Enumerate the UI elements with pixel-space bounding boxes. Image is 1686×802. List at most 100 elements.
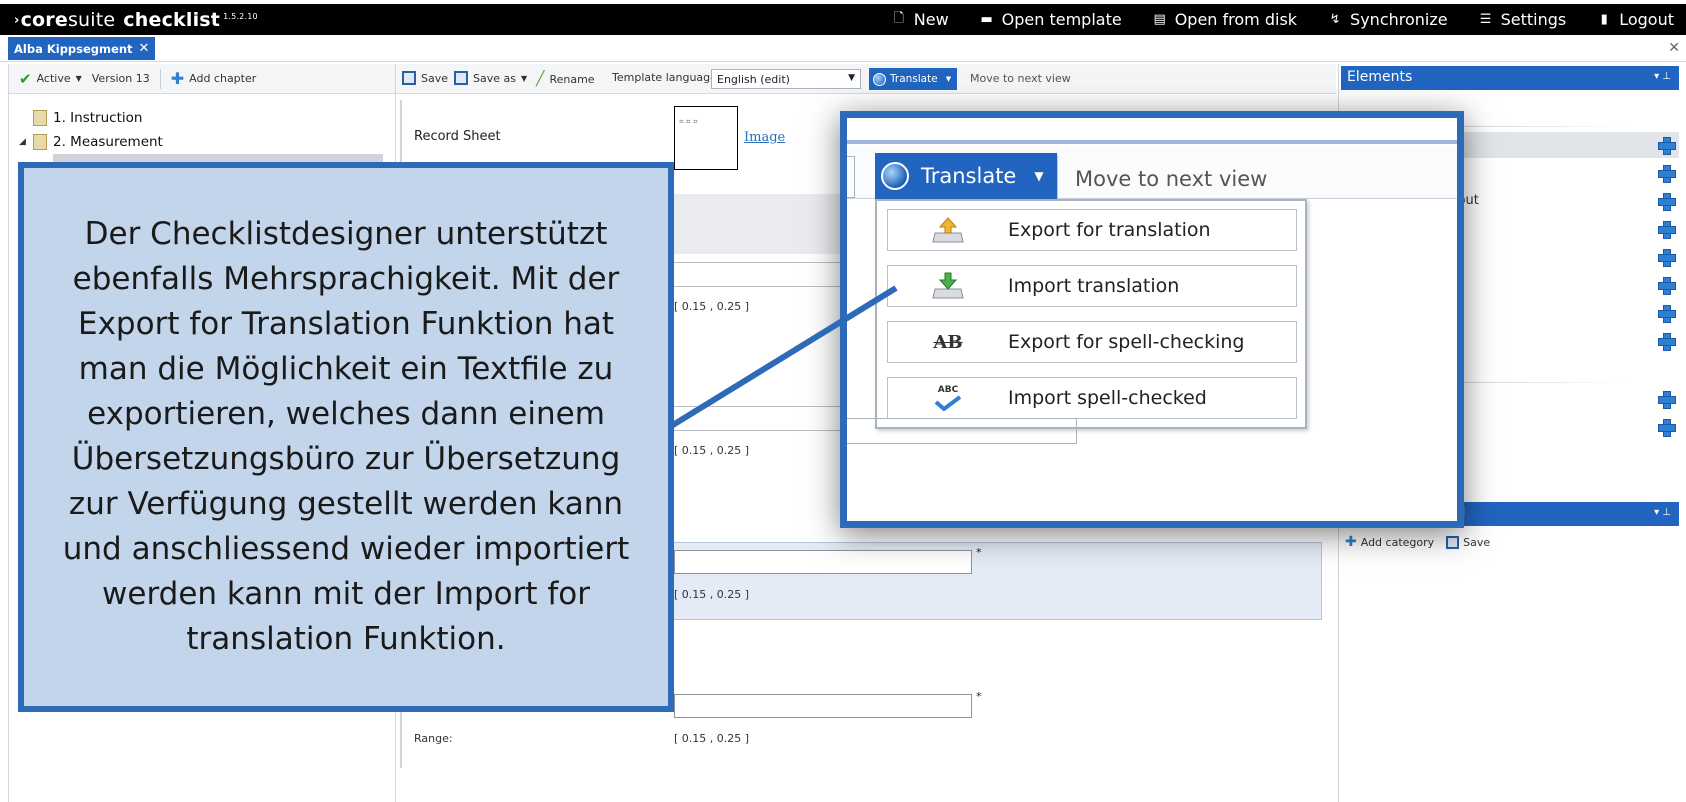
selected-tree-item[interactable] xyxy=(53,154,383,162)
add-element-icon[interactable] xyxy=(1657,304,1676,323)
range-value: [ 0.15 , 0.25 ] xyxy=(674,732,750,745)
range-value: [ 0.15 , 0.25 ] xyxy=(674,300,750,313)
value-input[interactable] xyxy=(674,550,972,574)
checkmark-icon: ✔ xyxy=(19,69,32,88)
range-value: [ 0.15 , 0.25 ] xyxy=(674,588,750,601)
chevron-down-icon: ▼ xyxy=(520,73,528,83)
value-input[interactable] xyxy=(674,694,972,718)
tree-item[interactable]: ◢ 2. Measurement xyxy=(19,130,163,154)
save-icon xyxy=(1446,535,1460,549)
toolbar-divider xyxy=(159,68,161,89)
language-select-edge xyxy=(847,156,855,198)
chevron-down-icon: ▼ xyxy=(945,75,952,83)
rename-button[interactable]: ╱ Rename xyxy=(536,71,595,87)
add-category-button[interactable]: ✚ Add category xyxy=(1345,534,1434,550)
callout-text: Der Checklistdesigner unterstützt ebenfa… xyxy=(62,216,630,657)
range-value: [ 0.15 , 0.25 ] xyxy=(674,444,750,457)
move-to-next-view-button[interactable]: Move to next view xyxy=(970,72,1071,85)
tutorial-callout: Der Checklistdesigner unterstützt ebenfa… xyxy=(18,162,674,712)
add-element-icon[interactable] xyxy=(1657,390,1676,409)
translate-menu: Export for translation Import translatio… xyxy=(875,199,1307,429)
chevron-down-icon: ▼ xyxy=(848,73,855,83)
sync-icon: ↯ xyxy=(1329,12,1341,27)
divider xyxy=(847,140,1457,144)
version-label: Version 13 xyxy=(91,72,150,85)
disk-icon: ▤ xyxy=(1153,12,1166,27)
file-icon: 🗋 xyxy=(893,10,904,26)
save-as-button[interactable]: Save as ▼ xyxy=(454,71,527,85)
zoom-overlay: Translate ▼ Move to next view Export for… xyxy=(840,111,1464,528)
globe-icon xyxy=(881,162,909,190)
add-element-icon[interactable] xyxy=(1657,418,1676,437)
logout-button[interactable]: ▮ Logout xyxy=(1596,10,1674,29)
app-logo: ›coresuite checklist 1.5.2.10 xyxy=(14,9,258,31)
pin-icon[interactable]: ▾ ⊥ xyxy=(1654,507,1671,518)
add-chapter-button[interactable]: ✚ Add chapter xyxy=(171,69,257,88)
add-element-icon[interactable] xyxy=(1657,192,1676,211)
save-button[interactable]: Save xyxy=(402,71,448,85)
menu-item-import-translation[interactable]: Import translation xyxy=(887,265,1297,307)
globe-icon xyxy=(873,72,886,86)
top-nav: 🗋 New ▬ Open template ▤ Open from disk ↯ Syn… xyxy=(891,10,1674,29)
image-thumbnail[interactable]: ⌗ ⌗ ⌗ xyxy=(674,106,738,170)
folder-icon: ▬ xyxy=(980,12,993,27)
zoomed-panel-frame xyxy=(847,418,1077,444)
abc-check-icon: ABC xyxy=(888,385,1008,411)
pencil-icon: ╱ xyxy=(536,71,545,87)
chevron-down-icon: ▼ xyxy=(1034,169,1044,183)
tree-item[interactable]: 1. Instruction xyxy=(19,106,163,130)
required-marker: * xyxy=(976,690,982,703)
export-icon xyxy=(888,215,1008,245)
add-element-icon[interactable] xyxy=(1657,248,1676,267)
list-icon: ☰ xyxy=(1479,12,1492,27)
chapter-icon xyxy=(33,110,47,126)
image-link[interactable]: Image xyxy=(744,130,785,145)
open-template-button[interactable]: ▬ Open template xyxy=(979,10,1122,29)
template-language-select[interactable]: English (edit) ▼ xyxy=(711,69,861,89)
plus-icon: ✚ xyxy=(170,69,185,88)
add-element-icon[interactable] xyxy=(1657,332,1676,351)
chapter-tree: 1. Instruction ◢ 2. Measurement xyxy=(19,106,163,154)
required-marker: * xyxy=(976,546,982,559)
logout-icon: ▮ xyxy=(1600,12,1608,27)
pin-icon[interactable]: ▾ ⊥ xyxy=(1654,71,1671,82)
tab-alba-kippsegment[interactable]: Alba Kippsegment ✕ xyxy=(8,37,156,60)
status-dropdown[interactable]: ✔ Active ▼ xyxy=(19,70,82,88)
open-from-disk-button[interactable]: ▤ Open from disk xyxy=(1152,10,1298,29)
chapter-icon xyxy=(33,134,47,150)
chevron-down-icon: ▼ xyxy=(75,74,82,83)
new-button[interactable]: 🗋 New xyxy=(891,10,949,29)
save-icon xyxy=(402,71,416,85)
settings-button[interactable]: ☰ Settings xyxy=(1478,10,1566,29)
record-sheet-label: Record Sheet xyxy=(414,129,501,144)
add-element-icon[interactable] xyxy=(1657,136,1676,155)
add-element-icon[interactable] xyxy=(1657,164,1676,183)
editor-toolbar: Save Save as ▼ ╱ Rename Template languag… xyxy=(396,64,1336,94)
category-toolbar: ✚ Add category Save xyxy=(1345,534,1490,550)
divider xyxy=(1057,155,1058,199)
menu-item-export-for-translation[interactable]: Export for translation xyxy=(887,209,1297,251)
template-language-label: Template language xyxy=(612,71,717,84)
zoomed-translate-button[interactable]: Translate ▼ xyxy=(875,153,1057,199)
chapter-toolbar: ✔ Active ▼ Version 13 ✚ Add chapter xyxy=(9,64,395,94)
save-button[interactable]: Save xyxy=(1446,534,1490,550)
strikethrough-ab-icon: AB xyxy=(933,331,963,353)
diagram-thumbnail-icon: ⌗ ⌗ ⌗ xyxy=(679,117,698,126)
document-tab-strip: Alba Kippsegment ✕ ✕ xyxy=(0,35,1686,62)
menu-item-export-for-spell-checking[interactable]: AB Export for spell-checking xyxy=(887,321,1297,363)
add-element-icon[interactable] xyxy=(1657,276,1676,295)
brand-chevron-icon: › xyxy=(14,13,20,28)
top-bar: ›coresuite checklist 1.5.2.10 🗋 New ▬ Open t… xyxy=(0,0,1686,35)
translate-button[interactable]: Translate ▼ xyxy=(869,68,957,90)
menu-item-import-spell-checked[interactable]: ABC Import spell-checked xyxy=(887,377,1297,419)
import-icon xyxy=(888,271,1008,301)
expand-triangle-icon[interactable]: ◢ xyxy=(19,137,27,147)
synchronize-button[interactable]: ↯ Synchronize xyxy=(1327,10,1448,29)
close-all-icon[interactable]: ✕ xyxy=(1668,40,1680,56)
close-tab-icon[interactable]: ✕ xyxy=(139,41,150,56)
range-label: Range: xyxy=(414,732,453,745)
app-version: 1.5.2.10 xyxy=(223,12,258,21)
add-element-icon[interactable] xyxy=(1657,220,1676,239)
zoomed-move-to-next-view[interactable]: Move to next view xyxy=(1075,167,1267,191)
save-as-icon xyxy=(454,71,468,85)
